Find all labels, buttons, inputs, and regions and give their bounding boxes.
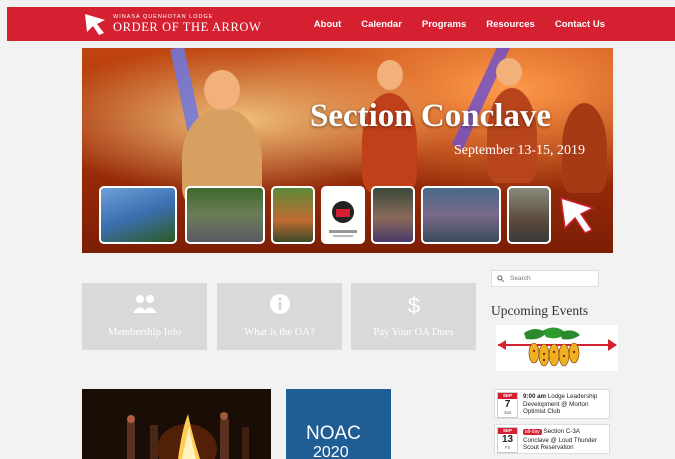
card-label: Membership Info: [107, 327, 182, 338]
hero-title: Section Conclave: [310, 98, 552, 134]
thumbnail-photo[interactable]: [371, 186, 415, 244]
card-label: What is the OA?: [244, 327, 315, 338]
thumbnail-photo[interactable]: [99, 186, 177, 244]
dollar-icon: $: [351, 293, 476, 317]
nav-calendar[interactable]: Calendar: [361, 19, 402, 30]
hero-photo-person: [496, 58, 522, 86]
event-day: 13: [501, 434, 514, 445]
hero-date: September 13-15, 2019: [454, 143, 586, 158]
conclave-badge-icon: [329, 201, 357, 237]
card-label: Pay Your OA Dues: [373, 327, 454, 338]
event-date-badge: SEP 13 Fri: [497, 427, 518, 453]
card-pay-dues[interactable]: $ Pay Your OA Dues: [351, 283, 476, 350]
event-item[interactable]: SEP 7 Sat 9:00 am Lodge Leadership Devel…: [494, 389, 610, 419]
noac-title: NOAC: [306, 423, 361, 444]
info-icon: [217, 293, 342, 315]
event-weekday: Sat: [504, 410, 511, 415]
arrowhead-icon: [560, 196, 595, 234]
arrowhead-logo-icon: [85, 14, 105, 35]
search-icon: [497, 275, 504, 282]
nav-resources[interactable]: Resources: [486, 19, 535, 30]
arrow-feather-logo-icon: [498, 327, 617, 367]
thumbnail-photo[interactable]: [271, 186, 315, 244]
thumbnail-photo[interactable]: [507, 186, 551, 244]
upcoming-events-heading: Upcoming Events: [491, 303, 589, 318]
people-icon: [82, 293, 207, 315]
site-logo[interactable]: WINASA QUENHOTAN LODGE ORDER OF THE ARRO…: [83, 11, 261, 37]
noac-year: 2020: [313, 444, 349, 459]
event-details: 9:00 am Lodge Leadership Development @ M…: [523, 393, 607, 416]
event-day: 7: [504, 399, 511, 410]
thumbnail-photo[interactable]: [421, 186, 501, 244]
hero-photo-person: [377, 60, 403, 90]
logo-title: ORDER OF THE ARROW: [113, 20, 262, 34]
thumbnail-photo[interactable]: [185, 186, 265, 244]
hero-photo-person: [204, 70, 240, 110]
nav-programs[interactable]: Programs: [422, 19, 466, 30]
card-membership-info[interactable]: Membership Info: [82, 283, 207, 350]
thumbnail-conclave-logo[interactable]: [321, 186, 365, 244]
nav-about[interactable]: About: [314, 19, 341, 30]
search-input[interactable]: [508, 274, 592, 283]
post-thumbnail-noac[interactable]: NOAC 2020: [286, 389, 391, 459]
card-what-is-oa[interactable]: What is the OA?: [217, 283, 342, 350]
main-menu: About Calendar Programs Resources Contac…: [314, 7, 605, 41]
event-logo[interactable]: [496, 325, 618, 371]
event-time: 9:00 am: [523, 393, 547, 400]
event-date-badge: SEP 7 Sat: [497, 392, 518, 418]
search-box[interactable]: [491, 270, 599, 287]
event-item[interactable]: SEP 13 Fri all-day Section C-3A Conclave…: [494, 424, 610, 454]
top-nav: WINASA QUENHOTAN LODGE ORDER OF THE ARRO…: [7, 7, 675, 41]
hero-banner[interactable]: Section Conclave September 13-15, 2019: [82, 48, 613, 253]
event-weekday: Fri: [504, 445, 511, 450]
event-details: all-day Section C-3A Conclave @ Loud Thu…: [523, 428, 607, 452]
post-thumbnail-campfire[interactable]: [82, 389, 271, 459]
all-day-badge: all-day: [523, 429, 542, 435]
svg-text:$: $: [407, 293, 419, 317]
nav-contact-us[interactable]: Contact Us: [555, 19, 605, 30]
campfire-photo: [127, 412, 249, 459]
